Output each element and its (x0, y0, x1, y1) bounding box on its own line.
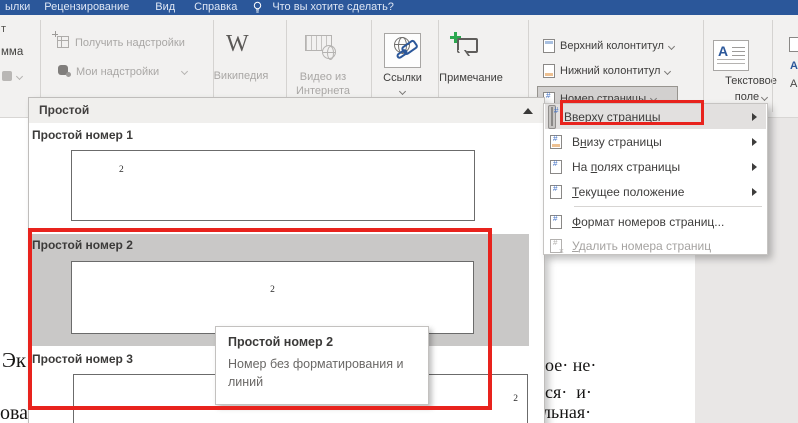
menu-item-top-of-page[interactable]: # Вверху страницы (545, 104, 766, 129)
document-text-fragment: ова (0, 402, 28, 423)
scroll-up-icon[interactable] (523, 108, 533, 114)
top-of-page-icon: # (548, 105, 556, 129)
menu-item-remove-page-numbers: #× Удалить номера страниц (545, 233, 766, 258)
bottom-of-page-icon: # (550, 135, 562, 149)
comment-button[interactable]: Примечание (439, 72, 503, 84)
hash-glyph: # (553, 184, 557, 193)
get-addins-icon (57, 36, 69, 48)
clipped-button-text[interactable]: т (1, 23, 6, 35)
menu-divider (574, 206, 762, 207)
hash-glyph: # (553, 214, 557, 223)
textbox-label-text: поле (735, 91, 759, 103)
clipped-dropcap-icon[interactable]: А (790, 78, 797, 90)
menu-item-page-margins[interactable]: # На полях страницы (545, 154, 766, 179)
gallery-item-simple-number-2[interactable]: 2 (71, 261, 474, 334)
footer-button-label: Нижний колонтитул (560, 65, 660, 77)
tooltip-title: Простой номер 2 (228, 335, 416, 349)
header-page-icon (543, 39, 555, 53)
chevron-down-icon (668, 42, 675, 49)
textbox-button-icon[interactable]: А (713, 40, 749, 71)
online-video-globe-icon (322, 45, 336, 59)
links-button-label[interactable]: Ссылки (379, 72, 426, 84)
hash-glyph: # (554, 106, 558, 115)
clipped-quickparts-icon[interactable] (789, 37, 798, 52)
text-lines-icon (717, 59, 745, 66)
tab-links-partial[interactable]: ылки (5, 0, 30, 15)
clipped-wordart-icon[interactable]: А (790, 60, 798, 72)
online-video-button[interactable]: Видео из (297, 71, 349, 83)
delete-x-glyph: × (559, 246, 564, 256)
hash-glyph: # (553, 159, 557, 168)
my-addins-button[interactable]: Мои надстройки (76, 66, 159, 78)
menu-item-bottom-of-page[interactable]: # Внизу страницы (545, 129, 766, 154)
get-addins-button[interactable]: Получить надстройки (75, 37, 185, 49)
letter-a-icon: А (718, 43, 728, 59)
document-text-fragment: льная· (542, 402, 591, 423)
remove-page-numbers-icon: #× (550, 239, 562, 253)
document-text-fragment: ое· не· (545, 355, 596, 376)
format-page-numbers-icon: # (550, 215, 562, 229)
document-text-fragment: ся· и· (545, 382, 592, 403)
submenu-arrow-icon (752, 138, 757, 146)
gallery-item-label: Простой номер 3 (32, 352, 133, 366)
document-text-fragment: Эк (2, 348, 26, 373)
gallery-tooltip: Простой номер 2 Номер без форматирования… (215, 326, 429, 405)
word-window: ылки Рецензирование Вид Справка Что вы х… (0, 0, 798, 423)
gallery-section-title: Простой (29, 98, 544, 123)
clipped-screenshot-icon[interactable] (2, 71, 12, 81)
my-addins-icon (58, 65, 68, 75)
online-video-button-line2[interactable]: Интернета (293, 85, 353, 97)
chevron-down-icon (399, 88, 406, 95)
footer-button[interactable]: Нижний колонтитул (543, 64, 670, 78)
preview-page-number: 2 (270, 285, 275, 295)
chevron-down-icon (16, 73, 23, 80)
submenu-arrow-icon (752, 188, 757, 196)
group-divider (772, 20, 773, 112)
hash-glyph: # (546, 91, 550, 100)
gallery-section-header: Простой (29, 98, 544, 123)
tooltip-line1: Номер без форматирования и (228, 357, 403, 371)
chevron-down-icon (664, 67, 671, 74)
footer-page-icon (543, 64, 555, 78)
links-button[interactable] (384, 33, 421, 68)
comment-bubble-icon (457, 38, 478, 53)
text-lines-icon (732, 47, 745, 58)
tooltip-description: Номер без форматирования и линий (228, 355, 416, 391)
header-button-label: Верхний колонтитул (560, 40, 664, 52)
menu-item-format-page-numbers[interactable]: # Формат номеров страниц... (545, 209, 766, 234)
gallery-item-label: Простой номер 1 (32, 128, 133, 142)
hash-glyph: # (553, 238, 557, 247)
submenu-arrow-icon (752, 113, 757, 121)
lightbulb-icon (252, 1, 263, 14)
wikipedia-icon: W (226, 31, 249, 57)
clipped-chart-button-text[interactable]: мма (1, 46, 23, 58)
hash-glyph: # (553, 134, 557, 143)
tooltip-line2: линий (228, 375, 263, 389)
tab-help[interactable]: Справка (194, 0, 237, 15)
menu-item-current-position[interactable]: # Текущее положение (545, 179, 766, 204)
preview-page-number: 2 (513, 394, 518, 404)
chevron-down-icon (761, 94, 768, 101)
textbox-button-label-line2[interactable]: поле (703, 91, 798, 103)
textbox-button-label[interactable]: Текстовое (703, 75, 798, 87)
tab-view[interactable]: Вид (155, 0, 175, 15)
ribbon-tab-bar: ылки Рецензирование Вид Справка Что вы х… (0, 0, 798, 15)
chevron-down-icon (650, 95, 657, 102)
submenu-arrow-icon (752, 163, 757, 171)
tell-me-box[interactable]: Что вы хотите сделать? (272, 0, 394, 15)
header-button[interactable]: Верхний колонтитул (543, 39, 674, 53)
gallery-item-simple-number-1[interactable]: 2 (71, 150, 475, 221)
gallery-item-label: Простой номер 2 (32, 238, 133, 252)
tab-review[interactable]: Рецензирование (44, 0, 129, 15)
chevron-down-icon (181, 68, 188, 75)
wikipedia-button[interactable]: Википедия (212, 70, 270, 82)
current-position-icon: # (550, 185, 562, 199)
preview-page-number: 2 (119, 165, 124, 175)
page-number-menu: # Вверху страницы # Внизу страницы # На … (543, 103, 768, 255)
page-margins-icon: # (550, 160, 562, 174)
